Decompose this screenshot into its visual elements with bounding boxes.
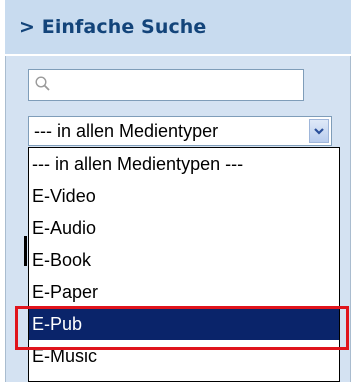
panel-header[interactable]: > Einfache Suche xyxy=(5,0,351,56)
chevron-down-icon[interactable] xyxy=(309,119,329,143)
dropdown-option[interactable]: --- in allen Medientypen --- xyxy=(29,148,339,180)
magnifier-icon xyxy=(35,76,50,91)
dropdown-option[interactable]: E-Video xyxy=(29,180,339,212)
panel-title: > Einfache Suche xyxy=(19,16,207,38)
dropdown-option[interactable]: E-Audio xyxy=(29,212,339,244)
dropdown-option[interactable]: E-Book xyxy=(29,244,339,276)
highlight-callout xyxy=(15,306,349,350)
dropdown-option[interactable]: E-Paper xyxy=(29,276,339,308)
search-input[interactable] xyxy=(28,69,304,101)
media-type-select[interactable]: --- in allen Medientyper xyxy=(28,116,332,146)
underlying-control-edge xyxy=(24,236,27,266)
media-type-select-value: --- in allen Medientyper xyxy=(34,120,219,141)
